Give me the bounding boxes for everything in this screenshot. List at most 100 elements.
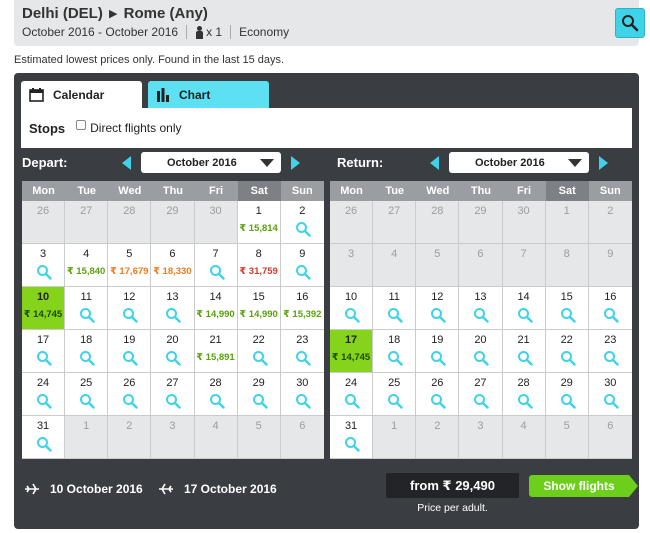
search-price-icon[interactable] <box>560 307 576 323</box>
return-day-cell[interactable]: 31 <box>330 416 374 459</box>
search-price-icon[interactable] <box>387 393 403 409</box>
depart-month-select[interactable]: October 2016 <box>141 152 281 173</box>
return-day-cell[interactable]: 18 <box>373 330 417 373</box>
depart-day-cell[interactable]: 19 <box>108 330 152 373</box>
search-price-icon[interactable] <box>344 393 360 409</box>
search-price-icon[interactable] <box>430 393 446 409</box>
direct-flights-label[interactable]: Direct flights only <box>90 121 181 135</box>
return-day-cell[interactable]: 17 ₹ 14,745 <box>330 330 374 373</box>
search-price-icon[interactable] <box>473 393 490 409</box>
search-price-icon[interactable] <box>387 350 403 366</box>
search-price-icon[interactable] <box>560 350 576 366</box>
search-price-icon[interactable] <box>603 307 619 323</box>
depart-day-cell[interactable]: 5 ₹ 17,679 <box>108 244 152 287</box>
return-day-cell[interactable]: 16 <box>588 287 632 330</box>
depart-day-cell[interactable]: 3 <box>22 244 66 287</box>
search-price-icon[interactable] <box>209 393 225 409</box>
depart-day-cell[interactable]: 16 ₹ 15,392 <box>280 287 324 330</box>
direct-flights-checkbox[interactable] <box>76 120 87 130</box>
depart-day-cell[interactable]: 1 ₹ 15,814 <box>237 201 281 244</box>
search-price-icon[interactable] <box>344 307 360 323</box>
return-day-cell[interactable]: 20 <box>459 330 503 373</box>
search-price-icon[interactable] <box>165 350 182 366</box>
depart-day-cell[interactable]: 22 <box>237 330 281 373</box>
search-price-icon[interactable] <box>252 393 268 409</box>
search-price-icon[interactable] <box>387 307 403 323</box>
depart-prev-month-icon[interactable] <box>122 156 131 170</box>
depart-day-cell[interactable]: 24 <box>22 373 66 416</box>
search-price-icon[interactable] <box>165 393 182 409</box>
search-price-icon[interactable] <box>517 393 533 409</box>
return-day-cell[interactable]: 25 <box>373 373 417 416</box>
return-day-cell[interactable]: 26 <box>416 373 460 416</box>
search-price-icon[interactable] <box>295 350 311 366</box>
tab-chart[interactable]: Chart <box>148 81 269 108</box>
search-price-icon[interactable] <box>122 307 138 323</box>
depart-day-cell[interactable]: 31 <box>22 416 66 459</box>
search-price-icon[interactable] <box>517 350 533 366</box>
depart-day-cell[interactable]: 23 <box>280 330 324 373</box>
return-month-select[interactable]: October 2016 <box>449 152 589 173</box>
search-price-icon[interactable] <box>122 393 138 409</box>
return-day-cell[interactable]: 13 <box>459 287 503 330</box>
return-prev-month-icon[interactable] <box>430 156 439 170</box>
return-day-cell[interactable]: 10 <box>330 287 374 330</box>
search-price-icon[interactable] <box>295 393 311 409</box>
search-price-icon[interactable] <box>79 307 95 323</box>
search-price-icon[interactable] <box>122 350 138 366</box>
search-price-icon[interactable] <box>252 350 268 366</box>
return-day-cell[interactable]: 24 <box>330 373 374 416</box>
return-day-cell[interactable]: 28 <box>502 373 546 416</box>
return-day-cell[interactable]: 12 <box>416 287 460 330</box>
depart-day-cell[interactable]: 12 <box>108 287 152 330</box>
search-price-icon[interactable] <box>165 307 182 323</box>
return-day-cell[interactable]: 21 <box>502 330 546 373</box>
search-price-icon[interactable] <box>560 393 576 409</box>
depart-day-cell[interactable]: 20 <box>151 330 195 373</box>
depart-day-cell[interactable]: 13 <box>151 287 195 330</box>
depart-day-cell[interactable]: 25 <box>65 373 109 416</box>
search-price-icon[interactable] <box>603 350 619 366</box>
search-price-icon[interactable] <box>36 436 52 452</box>
return-next-month-icon[interactable] <box>599 156 608 170</box>
return-day-cell[interactable]: 15 <box>545 287 589 330</box>
return-day-cell[interactable]: 27 <box>459 373 503 416</box>
depart-day-cell[interactable]: 14 ₹ 14,990 <box>194 287 238 330</box>
depart-day-cell[interactable]: 11 <box>65 287 109 330</box>
depart-next-month-icon[interactable] <box>291 156 300 170</box>
depart-day-cell[interactable]: 18 <box>65 330 109 373</box>
depart-day-cell[interactable]: 17 <box>22 330 66 373</box>
show-flights-button[interactable]: Show flights <box>529 475 638 497</box>
search-price-icon[interactable] <box>36 350 52 366</box>
depart-day-cell[interactable]: 29 <box>237 373 281 416</box>
return-day-cell[interactable]: 19 <box>416 330 460 373</box>
return-day-cell[interactable]: 23 <box>588 330 632 373</box>
search-price-icon[interactable] <box>36 264 52 280</box>
search-price-icon[interactable] <box>79 393 95 409</box>
depart-day-cell[interactable]: 26 <box>108 373 152 416</box>
edit-search-button[interactable] <box>615 8 645 38</box>
search-price-icon[interactable] <box>79 350 95 366</box>
depart-day-cell[interactable]: 15 ₹ 14,990 <box>237 287 281 330</box>
depart-day-cell[interactable]: 6 ₹ 18,330 <box>151 244 195 287</box>
depart-day-cell[interactable]: 30 <box>280 373 324 416</box>
return-day-cell[interactable]: 22 <box>545 330 589 373</box>
depart-day-cell[interactable]: 8 ₹ 31,759 <box>237 244 281 287</box>
depart-day-cell[interactable]: 28 <box>194 373 238 416</box>
search-price-icon[interactable] <box>295 264 311 280</box>
return-day-cell[interactable]: 29 <box>545 373 589 416</box>
return-day-cell[interactable]: 11 <box>373 287 417 330</box>
depart-day-cell[interactable]: 27 <box>151 373 195 416</box>
search-price-icon[interactable] <box>295 221 311 237</box>
tab-calendar[interactable]: Calendar <box>21 81 142 108</box>
depart-day-cell[interactable]: 10 ₹ 14,745 <box>22 287 66 330</box>
depart-day-cell[interactable]: 9 <box>280 244 324 287</box>
search-price-icon[interactable] <box>344 436 360 452</box>
search-price-icon[interactable] <box>517 307 533 323</box>
search-price-icon[interactable] <box>473 350 490 366</box>
return-day-cell[interactable]: 14 <box>502 287 546 330</box>
search-price-icon[interactable] <box>430 350 446 366</box>
depart-day-cell[interactable]: 7 <box>194 244 238 287</box>
search-price-icon[interactable] <box>36 393 52 409</box>
depart-day-cell[interactable]: 2 <box>280 201 324 244</box>
